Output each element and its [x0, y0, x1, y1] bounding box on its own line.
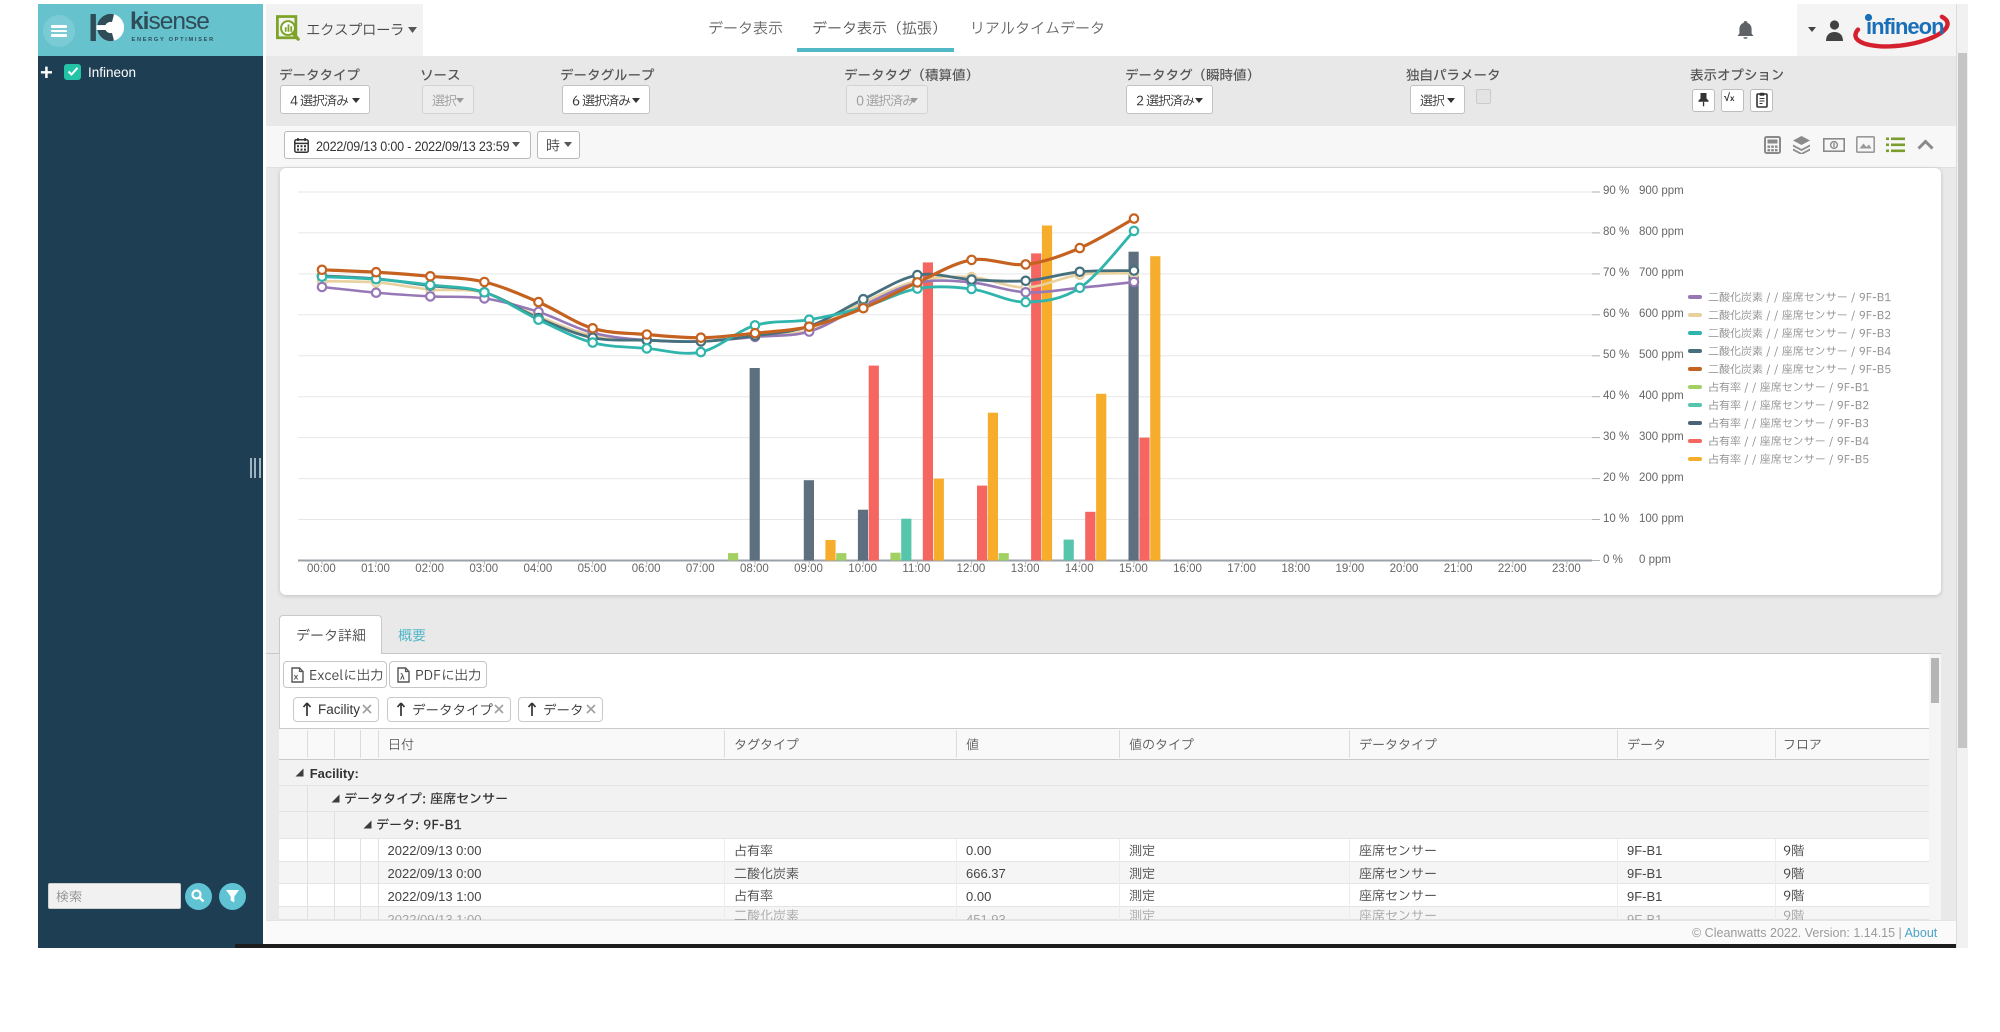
svg-text:x: x — [294, 671, 299, 681]
svg-text:λ: λ — [400, 671, 405, 681]
